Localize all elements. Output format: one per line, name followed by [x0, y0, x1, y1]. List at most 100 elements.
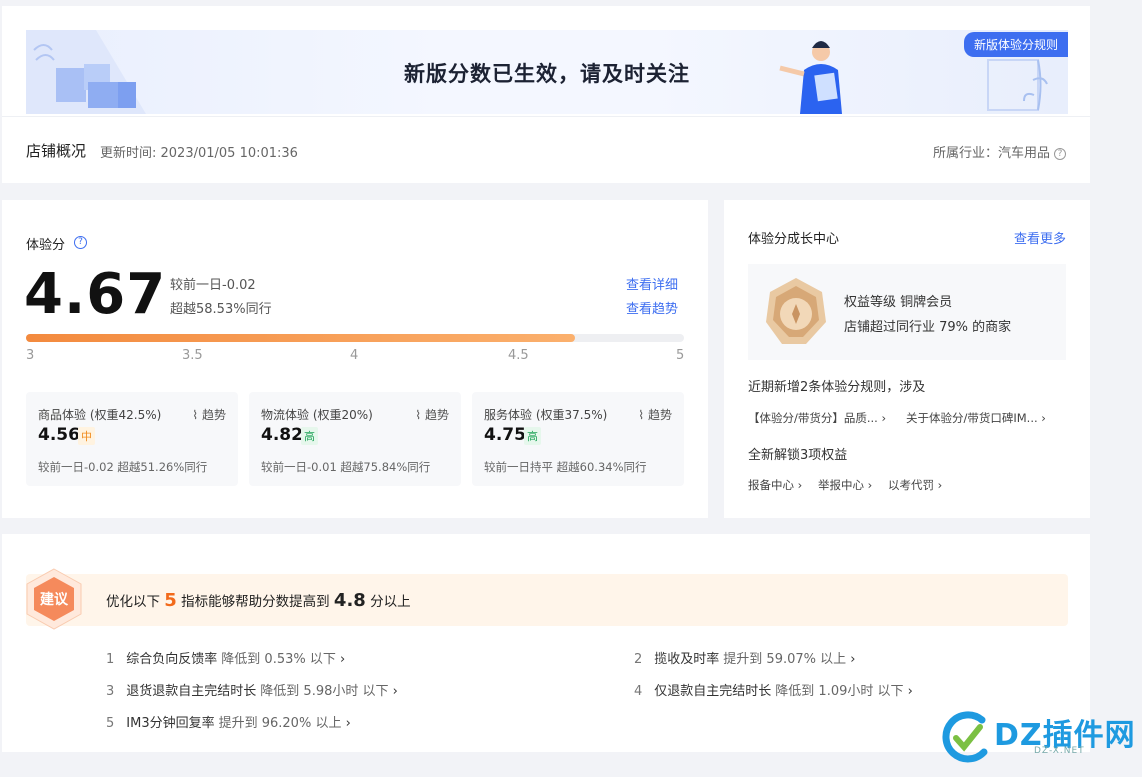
item-name: 揽收及时率 [654, 652, 720, 667]
industry-text: 所属行业：汽车用品 [932, 146, 1050, 161]
watermark-sub: DZ-X.NET [1034, 746, 1085, 756]
trend-label: 趋势 [201, 408, 226, 422]
item-index: 1 [106, 652, 115, 667]
member-level: 权益等级 铜牌会员 [844, 295, 953, 310]
banner-headline: 新版分数已生效，请及时关注 [404, 62, 690, 86]
chevron-right-icon: › [794, 478, 803, 492]
item-name: 仅退款自主完结时长 [654, 684, 772, 699]
item-name: 综合负向反馈率 [126, 652, 218, 667]
perk-label: 以考代罚 [888, 478, 934, 492]
announcement-banner: 新版分数已生效，请及时关注 新版体验分规则 [26, 30, 1068, 114]
perk-label: 举报中心 [818, 478, 864, 492]
score-progress-fill [26, 334, 576, 342]
item-action: 提升到 59.07% 以上 [723, 652, 847, 667]
trend-icon: ⌇ [638, 408, 648, 422]
chevron-right-icon: › [903, 684, 913, 699]
view-detail-link[interactable]: 查看详细 [626, 274, 678, 293]
divider [2, 116, 1090, 117]
score-label: 体验分 [26, 238, 66, 253]
rule-link[interactable]: 关于体验分/带货口碑IM... › [906, 410, 1046, 426]
sub-score-service: 服务体验 (权重37.5%) ⌇ 趋势 4.75 高 较前一日持平 超越60.3… [472, 392, 684, 486]
sub-score-product: 商品体验 (权重42.5%) ⌇ 趋势 4.56 中 较前一日-0.02 超越5… [26, 392, 238, 486]
trend-icon: ⌇ [192, 408, 202, 422]
item-action: 降低到 1.09小时 以下 [775, 684, 904, 699]
sub-score-foot: 较前一日持平 超越60.34%同行 [484, 460, 647, 474]
svg-text:建议: 建议 [40, 591, 69, 608]
experience-score-card: 体验分 ? 4.67 较前一日-0.02 超越58.53%同行 查看详细 查看趋… [2, 200, 708, 518]
scale-tick: 3.5 [182, 348, 203, 363]
suggestion-item[interactable]: 1 综合负向反馈率 降低到 0.53% 以下 › [106, 648, 345, 667]
target-score: 4.8 [333, 590, 366, 611]
overview-card: 新版分数已生效，请及时关注 新版体验分规则 店铺概况 更新时间: 2023/01… [2, 6, 1090, 183]
view-more-link[interactable]: 查看更多 [1014, 228, 1066, 247]
scale-tick: 4.5 [508, 348, 529, 363]
item-index: 5 [106, 716, 115, 731]
member-level-box: 权益等级 铜牌会员 店铺超过同行业 79% 的商家 [748, 264, 1066, 360]
item-name: 退货退款自主完结时长 [126, 684, 257, 699]
scale-tick: 4 [350, 348, 359, 363]
sub-score-logistics: 物流体验 (权重20%) ⌇ 趋势 4.82 高 较前一日-0.01 超越75.… [249, 392, 461, 486]
shop-overview-title: 店铺概况 [26, 142, 87, 160]
summary-middle: 指标能够帮助分数提高到 [181, 594, 330, 610]
new-rules-text: 近期新增2条体验分规则，涉及 [748, 380, 926, 395]
item-action: 提升到 96.20% 以上 [218, 716, 342, 731]
sub-score-value: 4.56 [38, 425, 80, 445]
rule-link-label: 【体验分/带货分】品质... [748, 411, 878, 425]
sub-score-name: 服务体验 (权重37.5%) [484, 408, 608, 422]
suggestion-card: 建议 优化以下 5 指标能够帮助分数提高到 4.8 分以上 1 综合负向反馈率 降低… [2, 534, 1090, 752]
sub-score-value: 4.82 [261, 425, 303, 445]
sub-score-trend-link[interactable]: ⌇ 趋势 [415, 406, 449, 423]
suggestion-item[interactable]: 4 仅退款自主完结时长 降低到 1.09小时 以下 › [634, 680, 913, 699]
chevron-right-icon: › [877, 411, 887, 425]
chevron-right-icon: › [846, 652, 856, 667]
summary-prefix: 优化以下 [106, 594, 160, 610]
item-name: IM3分钟回复率 [126, 716, 215, 731]
score-progress-bar [26, 334, 684, 342]
growth-title: 体验分成长中心 [748, 232, 840, 247]
level-badge: 高 [301, 427, 318, 445]
summary-suffix: 分以上 [370, 594, 411, 610]
suggestion-item[interactable]: 3 退货退款自主完结时长 降低到 5.98小时 以下 › [106, 680, 398, 699]
trend-label: 趋势 [647, 408, 672, 422]
unlock-text: 全新解锁3项权益 [748, 448, 848, 463]
item-index: 2 [634, 652, 643, 667]
perk-link[interactable]: 以考代罚 › [888, 477, 942, 493]
trend-label: 趋势 [424, 408, 449, 422]
sub-score-trend-link[interactable]: ⌇ 趋势 [638, 406, 672, 423]
sub-score-name: 物流体验 (权重20%) [261, 408, 373, 422]
sub-score-name: 商品体验 (权重42.5%) [38, 408, 162, 422]
chevron-right-icon: › [388, 684, 398, 699]
scale-tick: 3 [26, 348, 35, 363]
suggestion-item[interactable]: 5 IM3分钟回复率 提升到 96.20% 以上 › [106, 712, 351, 731]
item-index: 4 [634, 684, 643, 699]
dz-logo-icon [942, 711, 988, 763]
chevron-right-icon: › [341, 716, 351, 731]
level-badge: 高 [524, 427, 541, 445]
score-value: 4.67 [24, 262, 167, 327]
indicator-count: 5 [164, 590, 177, 611]
new-rules-tag[interactable]: 新版体验分规则 [963, 32, 1068, 57]
help-icon[interactable]: ? [74, 236, 87, 249]
trend-icon: ⌇ [415, 408, 425, 422]
perk-link[interactable]: 报备中心 › [748, 477, 802, 493]
chevron-right-icon: › [1037, 411, 1046, 425]
item-action: 降低到 5.98小时 以下 [260, 684, 389, 699]
score-vs-yesterday: 较前一日-0.02 [170, 278, 256, 293]
sub-score-foot: 较前一日-0.01 超越75.84%同行 [261, 460, 431, 474]
help-icon[interactable]: ? [1054, 147, 1066, 160]
sub-score-foot: 较前一日-0.02 超越51.26%同行 [38, 460, 208, 474]
suggestion-badge-icon: 建议 [26, 568, 82, 630]
sub-score-trend-link[interactable]: ⌇ 趋势 [192, 406, 226, 423]
level-badge: 中 [78, 427, 95, 445]
member-description: 店铺超过同行业 79% 的商家 [844, 320, 1012, 335]
suggestion-item[interactable]: 2 揽收及时率 提升到 59.07% 以上 › [634, 648, 855, 667]
suggestion-summary: 优化以下 5 指标能够帮助分数提高到 4.8 分以上 [106, 590, 411, 611]
rule-link[interactable]: 【体验分/带货分】品质... › [748, 410, 886, 426]
view-trend-link[interactable]: 查看趋势 [626, 298, 678, 317]
bronze-medal-icon [766, 278, 826, 344]
chevron-right-icon: › [335, 652, 346, 667]
item-action: 降低到 0.53% 以下 [221, 652, 336, 667]
sub-score-value: 4.75 [484, 425, 526, 445]
score-vs-peer: 超越58.53%同行 [170, 302, 272, 317]
perk-link[interactable]: 举报中心 › [818, 477, 872, 493]
